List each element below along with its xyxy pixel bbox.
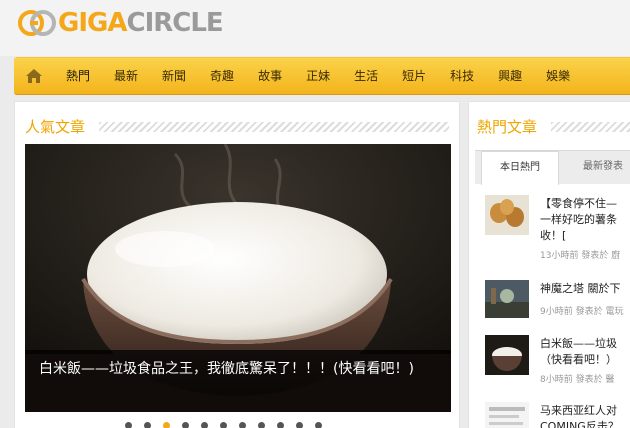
hot-articles-title: 熱門文章 — [477, 118, 538, 136]
list-item[interactable]: 神魔之塔 關於下 9小時前 發表於 電玩 — [485, 280, 630, 320]
main-nav: 熱門 最新 新聞 奇趣 故事 正妹 生活 短片 科技 興趣 娛樂 — [14, 57, 630, 95]
nav-item-entertainment[interactable]: 娛樂 — [534, 58, 582, 94]
logo-wordmark: GIGACIRCLE — [58, 8, 224, 38]
hot-articles-panel: 熱門文章 本日熱門 最新發表 【零食停不住— 一样好吃的薯条 收！[ 13小時前… — [468, 101, 630, 428]
nav-item-tech[interactable]: 科技 — [438, 58, 486, 94]
slider-dot-active[interactable] — [163, 422, 170, 428]
article-meta: 13小時前 發表於 廚 — [540, 251, 621, 261]
logo-icon — [18, 10, 56, 36]
article-title: （快看看吧！） — [540, 353, 617, 366]
article-thumbnail — [485, 335, 529, 375]
nav-item-life[interactable]: 生活 — [342, 58, 390, 94]
site-logo[interactable]: GIGACIRCLE — [18, 8, 224, 38]
nav-item-weird[interactable]: 奇趣 — [198, 58, 246, 94]
slider-dot[interactable] — [220, 422, 227, 428]
slider-dot[interactable] — [239, 422, 246, 428]
nav-item-hot[interactable]: 熱門 — [54, 58, 102, 94]
slider-dot[interactable] — [296, 422, 303, 428]
slide-caption[interactable]: 白米飯——垃圾食品之王，我徹底驚呆了！！！(快看看吧！) — [39, 358, 419, 380]
slider-dot[interactable] — [315, 422, 322, 428]
slider-dot[interactable] — [125, 422, 132, 428]
popular-articles-panel: 人氣文章 白米飯——垃圾食品之王，我徹底驚呆了！！！(快看看吧！) — [14, 101, 460, 428]
article-thumbnail — [485, 402, 529, 428]
featured-slide[interactable]: 白米飯——垃圾食品之王，我徹底驚呆了！！！(快看看吧！) — [25, 144, 451, 412]
slider-dot[interactable] — [258, 422, 265, 428]
site-header: GIGACIRCLE — [0, 0, 630, 56]
nav-item-latest[interactable]: 最新 — [102, 58, 150, 94]
nav-item-videos[interactable]: 短片 — [390, 58, 438, 94]
slider-dots — [125, 422, 322, 428]
article-title: 一样好吃的薯条 — [540, 213, 617, 226]
hot-articles-tabs: 本日熱門 最新發表 — [475, 150, 630, 185]
nav-item-girls[interactable]: 正妹 — [294, 58, 342, 94]
slider-dot[interactable] — [144, 422, 151, 428]
article-meta: 9小時前 發表於 電玩 — [540, 307, 624, 317]
title-divider — [551, 122, 630, 132]
nav-item-hobby[interactable]: 興趣 — [486, 58, 534, 94]
tab-today-hot[interactable]: 本日熱門 — [481, 151, 559, 185]
article-title: 【零食停不住— — [540, 197, 617, 210]
article-title: COMING反击？ — [540, 420, 619, 428]
slider-dot[interactable] — [201, 422, 208, 428]
article-title: 马来西亚红人对 — [540, 404, 617, 417]
slider-dot[interactable] — [277, 422, 284, 428]
popular-articles-title: 人氣文章 — [25, 118, 86, 136]
list-item[interactable]: 【零食停不住— 一样好吃的薯条 收！[ 13小時前 發表於 廚 — [485, 195, 630, 261]
article-meta: 8小時前 發表於 醫 — [540, 375, 615, 385]
nav-item-news[interactable]: 新聞 — [150, 58, 198, 94]
article-title: 收！[ — [540, 229, 567, 242]
article-title: 白米飯——垃圾 — [540, 337, 617, 350]
article-thumbnail — [485, 280, 529, 318]
nav-item-stories[interactable]: 故事 — [246, 58, 294, 94]
tab-latest-posts[interactable]: 最新發表 — [563, 151, 630, 185]
article-title: 神魔之塔 關於下 — [540, 282, 621, 295]
title-divider — [99, 122, 449, 132]
slide-caption-bar: 白米飯——垃圾食品之王，我徹底驚呆了！！！(快看看吧！) — [25, 350, 451, 412]
list-item[interactable]: 马来西亚红人对 COMING反击？ — [485, 402, 630, 428]
home-icon — [26, 69, 42, 83]
article-thumbnail — [485, 195, 529, 235]
list-item[interactable]: 白米飯——垃圾 （快看看吧！） 8小時前 發表於 醫 — [485, 335, 630, 387]
nav-home[interactable] — [14, 58, 54, 94]
slider-dot[interactable] — [182, 422, 189, 428]
